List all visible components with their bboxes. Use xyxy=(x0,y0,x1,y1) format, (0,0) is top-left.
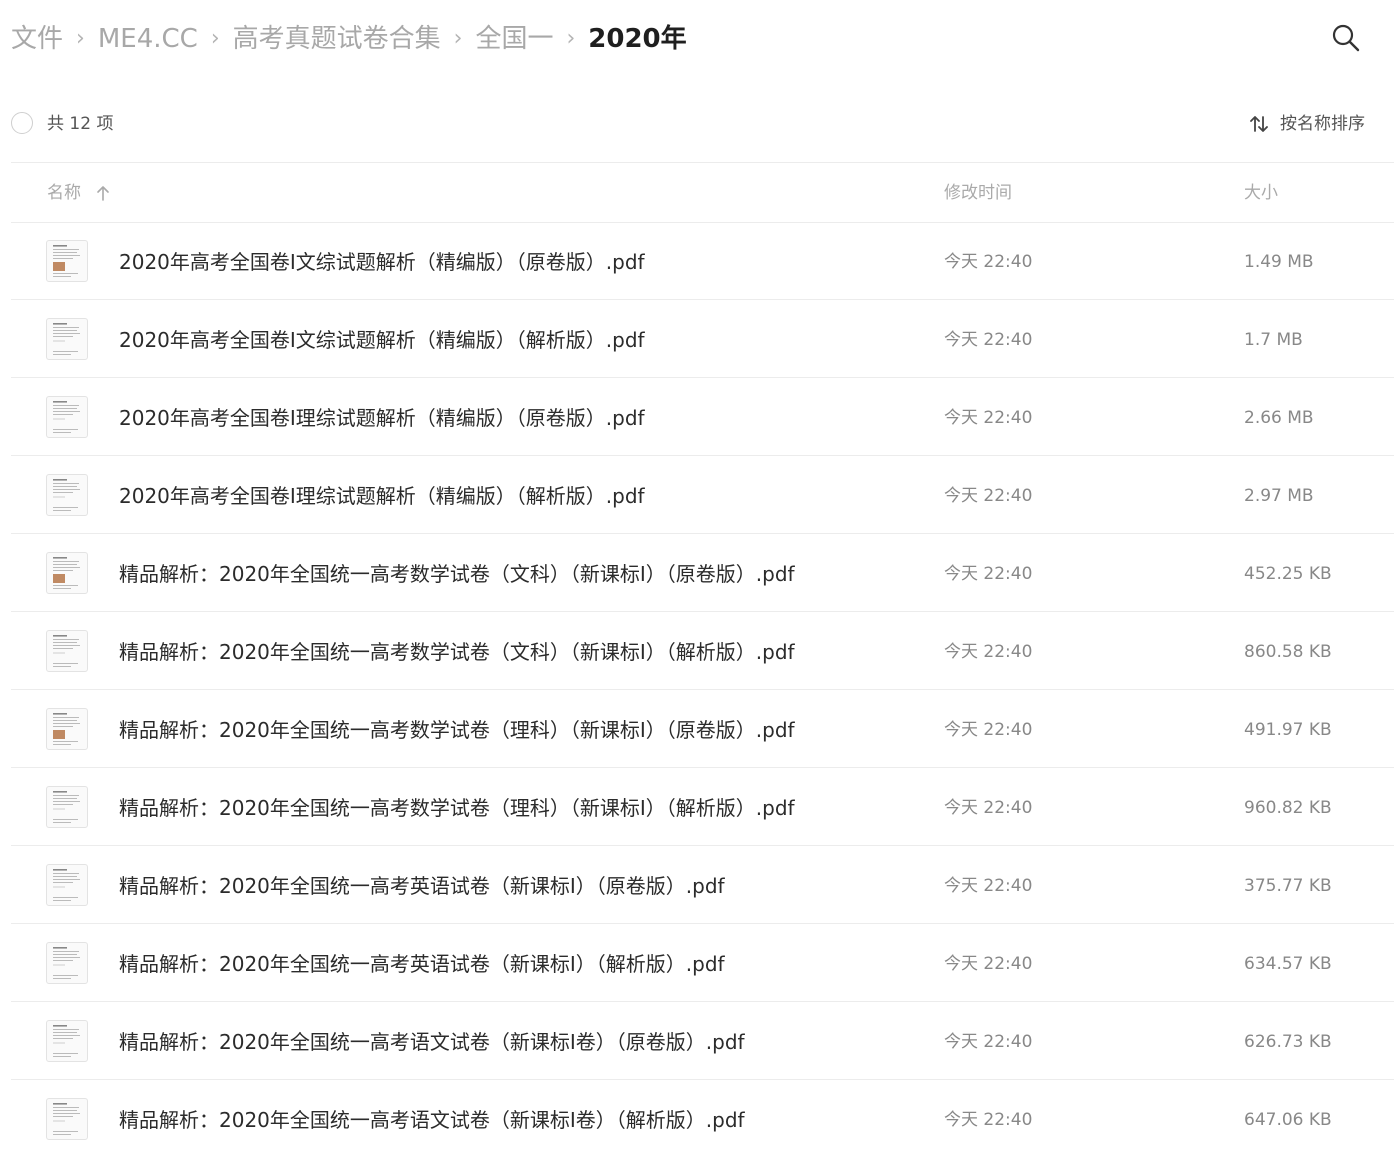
file-name[interactable]: 2020年高考全国卷Ⅰ理综试题解析（精编版）（解析版）.pdf xyxy=(119,482,645,510)
file-size: 2.66 MB xyxy=(1244,408,1314,428)
column-name-label: 名称 xyxy=(47,183,81,203)
file-row[interactable]: 2020年高考全国卷Ⅰ理综试题解析（精编版）（原卷版）.pdf 今天 22:40… xyxy=(11,378,1394,456)
file-size: 452.25 KB xyxy=(1244,564,1332,584)
file-modified-time: 今天 22:40 xyxy=(944,1110,1033,1130)
file-row[interactable]: 精品解析：2020年全国统一高考语文试卷（新课标Ⅰ卷）（原卷版）.pdf 今天 … xyxy=(11,1002,1394,1080)
file-name[interactable]: 2020年高考全国卷Ⅰ文综试题解析（精编版）（解析版）.pdf xyxy=(119,326,645,354)
file-row[interactable]: 2020年高考全国卷Ⅰ文综试题解析（精编版）（原卷版）.pdf 今天 22:40… xyxy=(11,222,1394,300)
file-size: 626.73 KB xyxy=(1244,1032,1332,1052)
sort-label: 按名称排序 xyxy=(1280,114,1365,134)
pdf-thumbnail-icon xyxy=(46,318,88,360)
file-modified-time: 今天 22:40 xyxy=(944,642,1033,662)
breadcrumb-separator: › xyxy=(453,26,463,51)
header-bar: 文件 › ME4.CC › 高考真题试卷合集 › 全国一 › 2020年 xyxy=(0,0,1394,78)
file-modified-time: 今天 22:40 xyxy=(944,252,1033,272)
breadcrumb-item-files[interactable]: 文件 xyxy=(11,20,63,58)
pdf-thumbnail-icon xyxy=(46,474,88,516)
sort-arrows-icon xyxy=(1250,116,1268,132)
file-name[interactable]: 精品解析：2020年全国统一高考语文试卷（新课标Ⅰ卷）（原卷版）.pdf xyxy=(119,1028,745,1056)
pdf-thumbnail-icon xyxy=(46,786,88,828)
file-row[interactable]: 精品解析：2020年全国统一高考英语试卷（新课标Ⅰ）（原卷版）.pdf 今天 2… xyxy=(11,846,1394,924)
pdf-thumbnail-icon xyxy=(46,552,88,594)
file-modified-time: 今天 22:40 xyxy=(944,954,1033,974)
breadcrumb-item-national-one[interactable]: 全国一 xyxy=(475,20,553,58)
file-row[interactable]: 精品解析：2020年全国统一高考数学试卷（文科）（新课标Ⅰ）（原卷版）.pdf … xyxy=(11,534,1394,612)
file-modified-time: 今天 22:40 xyxy=(944,720,1033,740)
file-size: 634.57 KB xyxy=(1244,954,1332,974)
file-modified-time: 今天 22:40 xyxy=(944,1032,1033,1052)
breadcrumb-item-current: 2020年 xyxy=(588,24,687,54)
file-modified-time: 今天 22:40 xyxy=(944,798,1033,818)
file-modified-time: 今天 22:40 xyxy=(944,876,1033,896)
file-size: 1.7 MB xyxy=(1244,330,1303,350)
file-row[interactable]: 2020年高考全国卷Ⅰ文综试题解析（精编版）（解析版）.pdf 今天 22:40… xyxy=(11,300,1394,378)
pdf-thumbnail-icon xyxy=(46,396,88,438)
pdf-thumbnail-icon xyxy=(46,1020,88,1062)
file-size: 860.58 KB xyxy=(1244,642,1332,662)
file-row[interactable]: 2020年高考全国卷Ⅰ理综试题解析（精编版）（解析版）.pdf 今天 22:40… xyxy=(11,456,1394,534)
pdf-thumbnail-icon xyxy=(46,630,88,672)
breadcrumb-item-collection[interactable]: 高考真题试卷合集 xyxy=(233,20,441,58)
column-header-size[interactable]: 大小 xyxy=(1244,181,1278,205)
file-modified-time: 今天 22:40 xyxy=(944,486,1033,506)
file-row[interactable]: 精品解析：2020年全国统一高考语文试卷（新课标Ⅰ卷）（解析版）.pdf 今天 … xyxy=(11,1080,1394,1158)
breadcrumb-separator: › xyxy=(210,26,220,51)
column-header-row: 名称 修改时间 大小 xyxy=(0,163,1394,222)
pdf-thumbnail-icon xyxy=(46,240,88,282)
column-header-name[interactable]: 名称 xyxy=(47,181,111,205)
file-name[interactable]: 2020年高考全国卷Ⅰ文综试题解析（精编版）（原卷版）.pdf xyxy=(119,248,645,276)
pdf-thumbnail-icon xyxy=(46,942,88,984)
file-name[interactable]: 精品解析：2020年全国统一高考英语试卷（新课标Ⅰ）（原卷版）.pdf xyxy=(119,872,725,900)
file-size: 647.06 KB xyxy=(1244,1110,1332,1130)
file-name[interactable]: 精品解析：2020年全国统一高考英语试卷（新课标Ⅰ）（解析版）.pdf xyxy=(119,950,725,978)
pdf-thumbnail-icon xyxy=(46,864,88,906)
file-size: 1.49 MB xyxy=(1244,252,1314,272)
breadcrumb-item-me4cc[interactable]: ME4.CC xyxy=(98,20,198,58)
list-toolbar: 共 12 项 按名称排序 xyxy=(0,100,1394,148)
file-name[interactable]: 精品解析：2020年全国统一高考数学试卷（理科）（新课标Ⅰ）（解析版）.pdf xyxy=(119,794,795,822)
breadcrumb: 文件 › ME4.CC › 高考真题试卷合集 › 全国一 › 2020年 xyxy=(11,20,687,58)
breadcrumb-separator: › xyxy=(566,26,576,51)
file-row[interactable]: 精品解析：2020年全国统一高考英语试卷（新课标Ⅰ）（解析版）.pdf 今天 2… xyxy=(11,924,1394,1002)
pdf-thumbnail-icon xyxy=(46,708,88,750)
breadcrumb-separator: › xyxy=(76,26,85,51)
file-row[interactable]: 精品解析：2020年全国统一高考数学试卷（理科）（新课标Ⅰ）（原卷版）.pdf … xyxy=(11,690,1394,768)
search-button[interactable] xyxy=(1330,22,1362,54)
search-icon xyxy=(1332,24,1360,52)
file-name[interactable]: 精品解析：2020年全国统一高考数学试卷（理科）（新课标Ⅰ）（原卷版）.pdf xyxy=(119,716,795,744)
file-modified-time: 今天 22:40 xyxy=(944,330,1033,350)
file-modified-time: 今天 22:40 xyxy=(944,408,1033,428)
file-size: 960.82 KB xyxy=(1244,798,1332,818)
file-row[interactable]: 精品解析：2020年全国统一高考数学试卷（理科）（新课标Ⅰ）（解析版）.pdf … xyxy=(11,768,1394,846)
file-size: 2.97 MB xyxy=(1244,486,1314,506)
sort-button[interactable]: 按名称排序 xyxy=(1248,112,1365,136)
pdf-thumbnail-icon xyxy=(46,1098,88,1140)
file-list: 2020年高考全国卷Ⅰ文综试题解析（精编版）（原卷版）.pdf 今天 22:40… xyxy=(0,222,1394,1158)
select-all-checkbox[interactable] xyxy=(11,112,33,134)
file-name[interactable]: 2020年高考全国卷Ⅰ理综试题解析（精编版）（原卷版）.pdf xyxy=(119,404,645,432)
file-size: 375.77 KB xyxy=(1244,876,1332,896)
file-name[interactable]: 精品解析：2020年全国统一高考语文试卷（新课标Ⅰ卷）（解析版）.pdf xyxy=(119,1106,745,1134)
file-row[interactable]: 精品解析：2020年全国统一高考数学试卷（文科）（新课标Ⅰ）（解析版）.pdf … xyxy=(11,612,1394,690)
file-name[interactable]: 精品解析：2020年全国统一高考数学试卷（文科）（新课标Ⅰ）（解析版）.pdf xyxy=(119,638,795,666)
file-modified-time: 今天 22:40 xyxy=(944,564,1033,584)
file-name[interactable]: 精品解析：2020年全国统一高考数学试卷（文科）（新课标Ⅰ）（原卷版）.pdf xyxy=(119,560,795,588)
column-header-time[interactable]: 修改时间 xyxy=(944,181,1012,205)
file-size: 491.97 KB xyxy=(1244,720,1332,740)
item-count: 共 12 项 xyxy=(47,114,114,134)
arrow-up-icon xyxy=(97,186,109,201)
